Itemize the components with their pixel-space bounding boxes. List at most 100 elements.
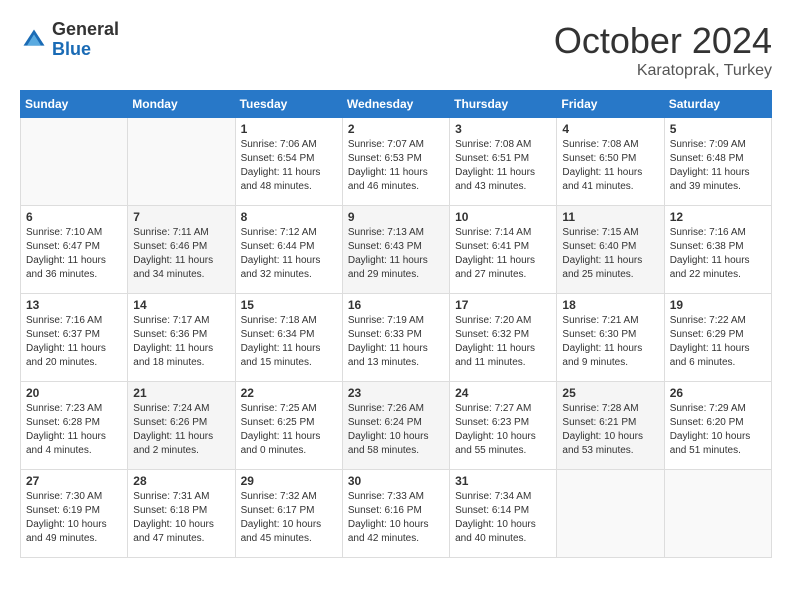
calendar-cell: 15 Sunrise: 7:18 AMSunset: 6:34 PMDayligh… <box>235 294 342 382</box>
day-number: 24 <box>455 386 551 400</box>
calendar-cell: 30 Sunrise: 7:33 AMSunset: 6:16 PMDayligh… <box>342 470 449 558</box>
day-header-sunday: Sunday <box>21 91 128 118</box>
day-number: 16 <box>348 298 444 312</box>
day-detail: Sunrise: 7:09 AMSunset: 6:48 PMDaylight:… <box>670 138 766 194</box>
calendar-cell: 8 Sunrise: 7:12 AMSunset: 6:44 PMDaylight… <box>235 206 342 294</box>
calendar-cell: 21Sunrise: 7:24 AMSunset: 6:26 PMDayligh… <box>128 382 235 470</box>
logo-blue-text: Blue <box>52 40 119 60</box>
day-detail: Sunrise: 7:34 AMSunset: 6:14 PMDaylight:… <box>455 490 551 546</box>
day-number: 26 <box>670 386 766 400</box>
calendar-cell: 5 Sunrise: 7:09 AMSunset: 6:48 PMDaylight… <box>664 118 771 206</box>
calendar-cell: 9Sunrise: 7:13 AMSunset: 6:43 PMDaylight… <box>342 206 449 294</box>
day-number: 8 <box>241 210 337 224</box>
day-number: 4 <box>562 122 658 136</box>
day-number: 9 <box>348 210 444 224</box>
calendar-cell: 4Sunrise: 7:08 AMSunset: 6:50 PMDaylight… <box>557 118 664 206</box>
day-detail: Sunrise: 7:15 AMSunset: 6:40 PMDaylight:… <box>562 226 658 282</box>
day-number: 30 <box>348 474 444 488</box>
day-detail: Sunrise: 7:21 AMSunset: 6:30 PMDaylight:… <box>562 314 658 370</box>
day-number: 23 <box>348 386 444 400</box>
day-detail: Sunrise: 7:19 AMSunset: 6:33 PMDaylight:… <box>348 314 444 370</box>
day-header-saturday: Saturday <box>664 91 771 118</box>
calendar-cell: 24 Sunrise: 7:27 AMSunset: 6:23 PMDayligh… <box>450 382 557 470</box>
day-detail: Sunrise: 7:26 AMSunset: 6:24 PMDaylight:… <box>348 402 444 458</box>
day-detail: Sunrise: 7:14 AMSunset: 6:41 PMDaylight:… <box>455 226 551 282</box>
day-detail: Sunrise: 7:07 AMSunset: 6:53 PMDaylight:… <box>348 138 444 194</box>
page-header: General Blue October 2024 Karatoprak, Tu… <box>20 20 772 80</box>
calendar-cell <box>21 118 128 206</box>
day-number: 19 <box>670 298 766 312</box>
day-number: 6 <box>26 210 122 224</box>
day-number: 12 <box>670 210 766 224</box>
day-detail: Sunrise: 7:32 AMSunset: 6:17 PMDaylight:… <box>241 490 337 546</box>
day-detail: Sunrise: 7:31 AMSunset: 6:18 PMDaylight:… <box>133 490 229 546</box>
calendar-week-row: 20 Sunrise: 7:23 AMSunset: 6:28 PMDayligh… <box>21 382 772 470</box>
day-number: 14 <box>133 298 229 312</box>
day-number: 20 <box>26 386 122 400</box>
calendar-cell: 17Sunrise: 7:20 AMSunset: 6:32 PMDayligh… <box>450 294 557 382</box>
day-detail: Sunrise: 7:17 AMSunset: 6:36 PMDaylight:… <box>133 314 229 370</box>
day-detail: Sunrise: 7:16 AMSunset: 6:38 PMDaylight:… <box>670 226 766 282</box>
day-detail: Sunrise: 7:24 AMSunset: 6:26 PMDaylight:… <box>133 402 229 458</box>
day-header-thursday: Thursday <box>450 91 557 118</box>
day-detail: Sunrise: 7:18 AMSunset: 6:34 PMDaylight:… <box>241 314 337 370</box>
day-number: 2 <box>348 122 444 136</box>
day-number: 22 <box>241 386 337 400</box>
day-number: 11 <box>562 210 658 224</box>
day-detail: Sunrise: 7:33 AMSunset: 6:16 PMDaylight:… <box>348 490 444 546</box>
calendar-cell: 7 Sunrise: 7:11 AMSunset: 6:46 PMDaylight… <box>128 206 235 294</box>
calendar-header-row: SundayMondayTuesdayWednesdayThursdayFrid… <box>21 91 772 118</box>
calendar-cell: 1 Sunrise: 7:06 AMSunset: 6:54 PMDaylight… <box>235 118 342 206</box>
day-number: 25 <box>562 386 658 400</box>
calendar-cell: 27Sunrise: 7:30 AMSunset: 6:19 PMDayligh… <box>21 470 128 558</box>
calendar-cell: 29Sunrise: 7:32 AMSunset: 6:17 PMDayligh… <box>235 470 342 558</box>
logo: General Blue <box>20 20 119 60</box>
calendar-cell <box>557 470 664 558</box>
day-header-wednesday: Wednesday <box>342 91 449 118</box>
calendar-cell: 18 Sunrise: 7:21 AMSunset: 6:30 PMDayligh… <box>557 294 664 382</box>
calendar-cell: 31 Sunrise: 7:34 AMSunset: 6:14 PMDayligh… <box>450 470 557 558</box>
day-number: 17 <box>455 298 551 312</box>
day-number: 28 <box>133 474 229 488</box>
day-number: 18 <box>562 298 658 312</box>
calendar-cell: 25Sunrise: 7:28 AMSunset: 6:21 PMDayligh… <box>557 382 664 470</box>
day-number: 13 <box>26 298 122 312</box>
calendar-cell: 23 Sunrise: 7:26 AMSunset: 6:24 PMDayligh… <box>342 382 449 470</box>
calendar-cell: 12 Sunrise: 7:16 AMSunset: 6:38 PMDayligh… <box>664 206 771 294</box>
calendar-cell: 28 Sunrise: 7:31 AMSunset: 6:18 PMDayligh… <box>128 470 235 558</box>
day-number: 5 <box>670 122 766 136</box>
day-number: 31 <box>455 474 551 488</box>
day-detail: Sunrise: 7:12 AMSunset: 6:44 PMDaylight:… <box>241 226 337 282</box>
calendar-cell: 3Sunrise: 7:08 AMSunset: 6:51 PMDaylight… <box>450 118 557 206</box>
day-detail: Sunrise: 7:11 AMSunset: 6:46 PMDaylight:… <box>133 226 229 282</box>
calendar-cell: 14 Sunrise: 7:17 AMSunset: 6:36 PMDayligh… <box>128 294 235 382</box>
calendar-cell <box>128 118 235 206</box>
day-detail: Sunrise: 7:16 AMSunset: 6:37 PMDaylight:… <box>26 314 122 370</box>
day-number: 7 <box>133 210 229 224</box>
day-detail: Sunrise: 7:23 AMSunset: 6:28 PMDaylight:… <box>26 402 122 458</box>
day-detail: Sunrise: 7:27 AMSunset: 6:23 PMDaylight:… <box>455 402 551 458</box>
calendar-cell: 22Sunrise: 7:25 AMSunset: 6:25 PMDayligh… <box>235 382 342 470</box>
day-number: 10 <box>455 210 551 224</box>
calendar-week-row: 6 Sunrise: 7:10 AMSunset: 6:47 PMDaylight… <box>21 206 772 294</box>
calendar-week-row: 27Sunrise: 7:30 AMSunset: 6:19 PMDayligh… <box>21 470 772 558</box>
calendar-cell: 16 Sunrise: 7:19 AMSunset: 6:33 PMDayligh… <box>342 294 449 382</box>
day-header-monday: Monday <box>128 91 235 118</box>
logo-general-text: General <box>52 20 119 40</box>
day-detail: Sunrise: 7:10 AMSunset: 6:47 PMDaylight:… <box>26 226 122 282</box>
day-header-friday: Friday <box>557 91 664 118</box>
day-number: 27 <box>26 474 122 488</box>
calendar-cell: 6 Sunrise: 7:10 AMSunset: 6:47 PMDaylight… <box>21 206 128 294</box>
calendar-cell: 20 Sunrise: 7:23 AMSunset: 6:28 PMDayligh… <box>21 382 128 470</box>
location-title: Karatoprak, Turkey <box>554 62 772 80</box>
calendar-cell: 13 Sunrise: 7:16 AMSunset: 6:37 PMDayligh… <box>21 294 128 382</box>
day-detail: Sunrise: 7:06 AMSunset: 6:54 PMDaylight:… <box>241 138 337 194</box>
day-number: 1 <box>241 122 337 136</box>
day-detail: Sunrise: 7:22 AMSunset: 6:29 PMDaylight:… <box>670 314 766 370</box>
month-title: October 2024 <box>554 20 772 62</box>
title-block: October 2024 Karatoprak, Turkey <box>554 20 772 80</box>
day-detail: Sunrise: 7:29 AMSunset: 6:20 PMDaylight:… <box>670 402 766 458</box>
calendar-cell <box>664 470 771 558</box>
day-number: 15 <box>241 298 337 312</box>
logo-text: General Blue <box>52 20 119 60</box>
